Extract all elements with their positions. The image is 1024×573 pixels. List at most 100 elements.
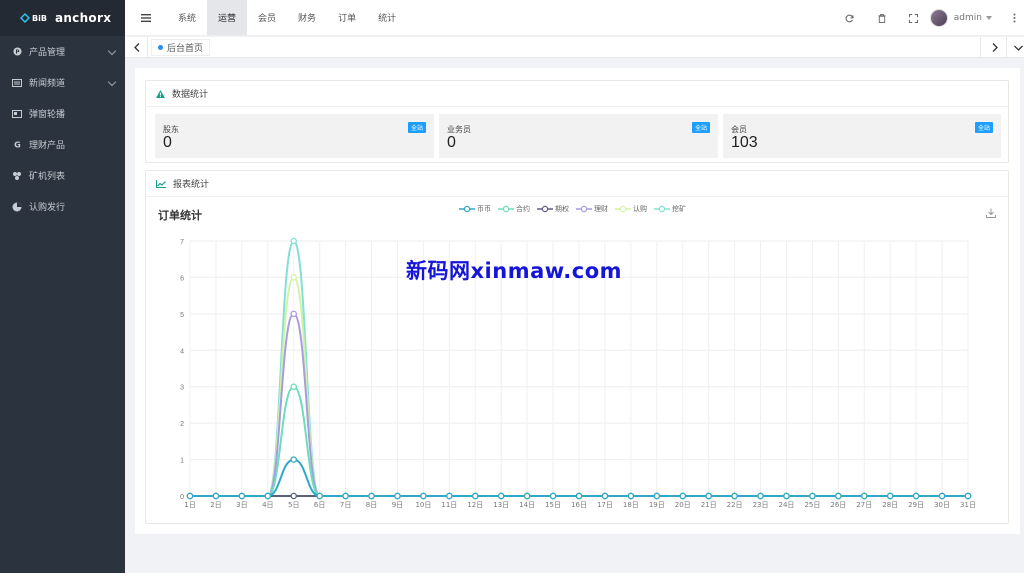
- refresh-icon[interactable]: [834, 0, 866, 36]
- x-tick-label: 24日: [779, 501, 795, 509]
- x-tick-label: 20日: [675, 501, 691, 509]
- legend-label: 理财: [594, 205, 608, 213]
- fullscreen-icon[interactable]: [898, 0, 930, 36]
- data-point: [861, 492, 868, 500]
- trash-icon[interactable]: [866, 0, 898, 36]
- legend-item[interactable]: 理财: [576, 204, 608, 214]
- user-name[interactable]: admin: [954, 13, 982, 23]
- top-right-tools: admin: [834, 0, 1024, 36]
- data-point: [653, 492, 661, 500]
- data-point: [731, 492, 738, 500]
- legend-marker-icon: [615, 205, 631, 213]
- data-point: [575, 492, 583, 500]
- data-point: [912, 492, 920, 500]
- sidebar-item-news[interactable]: 新闻频道: [0, 67, 125, 98]
- data-point: [705, 492, 712, 500]
- data-point: [523, 492, 531, 500]
- data-point: [472, 492, 479, 500]
- data-point: [964, 492, 972, 500]
- data-point: [316, 492, 323, 500]
- stat-badge: 全站: [407, 122, 426, 133]
- sidebar-item-popup[interactable]: 弹窗轮播: [0, 98, 125, 129]
- data-point: [783, 492, 790, 500]
- data-point: [731, 492, 738, 500]
- active-dot-icon: [158, 45, 163, 50]
- sidebar-item-subscribe[interactable]: 认购发行: [0, 191, 125, 222]
- data-point: [627, 492, 635, 500]
- data-point: [705, 492, 712, 500]
- caret-down-icon[interactable]: [986, 16, 992, 20]
- sidebar-item-label: 弹窗轮播: [29, 110, 66, 120]
- data-point: [627, 492, 635, 500]
- y-tick-label: 0: [180, 494, 184, 501]
- data-point: [368, 492, 375, 500]
- sidebar-item-finance[interactable]: G 理财产品: [0, 129, 125, 160]
- data-point: [653, 492, 661, 500]
- data-point: [549, 492, 557, 500]
- legend-item[interactable]: 币币: [459, 204, 491, 214]
- x-tick-label: 6日: [314, 501, 325, 509]
- data-point: [342, 492, 349, 500]
- y-tick-label: 6: [180, 275, 184, 282]
- y-tick-label: 5: [180, 312, 184, 319]
- legend-item[interactable]: 期权: [537, 204, 569, 214]
- data-point: [964, 492, 972, 500]
- chevron-left-icon[interactable]: [127, 37, 147, 58]
- legend-item[interactable]: 认购: [615, 204, 647, 214]
- data-point: [627, 492, 635, 500]
- data-point: [212, 492, 220, 500]
- more-icon[interactable]: [1004, 0, 1024, 36]
- stats-panel-header: 数据统计: [146, 81, 1008, 107]
- data-point: [679, 492, 686, 500]
- page-tab-bar: 后台首页: [125, 37, 1024, 58]
- data-point: [679, 492, 686, 500]
- top-tab-system[interactable]: 系统: [167, 0, 207, 35]
- chevron-down-icon[interactable]: [1008, 37, 1024, 58]
- divider: [1006, 37, 1007, 58]
- legend-item[interactable]: 挖矿: [654, 204, 686, 214]
- data-point: [705, 492, 712, 500]
- data-point: [523, 492, 531, 500]
- data-point: [809, 492, 816, 500]
- chevron-right-icon[interactable]: [985, 37, 1005, 58]
- data-point: [549, 492, 557, 500]
- data-point: [679, 492, 686, 500]
- x-tick-label: 2日: [210, 501, 221, 509]
- top-tab-members[interactable]: 会员: [247, 0, 287, 35]
- x-tick-label: 1日: [184, 501, 195, 509]
- x-tick-label: 21日: [701, 501, 717, 509]
- data-point: [886, 492, 894, 500]
- data-point: [420, 492, 427, 500]
- data-point: [316, 492, 323, 500]
- x-tick-label: 3日: [236, 501, 247, 509]
- avatar[interactable]: [929, 9, 948, 27]
- stat-badge: 全站: [691, 122, 710, 133]
- data-point: [964, 492, 972, 500]
- data-point: [446, 492, 453, 500]
- top-tab-statistics[interactable]: 统计: [367, 0, 407, 35]
- download-icon[interactable]: [986, 208, 996, 221]
- sidebar-item-product[interactable]: P 产品管理: [0, 36, 125, 67]
- top-tab-operations[interactable]: 运营: [207, 0, 248, 35]
- legend-marker-icon: [459, 205, 475, 213]
- data-point: [757, 492, 764, 500]
- data-point: [679, 492, 686, 500]
- data-point: [497, 492, 505, 500]
- tab-home[interactable]: 后台首页: [151, 39, 211, 56]
- data-point: [627, 492, 635, 500]
- stat-value: 0: [163, 134, 172, 151]
- data-point: [731, 492, 738, 500]
- top-tab-orders[interactable]: 订单: [327, 0, 367, 35]
- data-point: [290, 383, 297, 390]
- logo[interactable]: BiB anchorx: [0, 0, 125, 36]
- top-tab-finance[interactable]: 财务: [287, 0, 327, 35]
- sidebar-item-miner[interactable]: 矿机列表: [0, 160, 125, 191]
- data-point: [290, 456, 297, 463]
- legend-label: 认购: [633, 205, 647, 213]
- legend-item[interactable]: 合约: [498, 204, 530, 214]
- chart-title: 订单统计: [158, 209, 202, 222]
- data-point: [886, 492, 894, 500]
- data-point: [186, 492, 194, 500]
- menu-toggle-icon[interactable]: [125, 0, 167, 35]
- report-panel-title: 报表统计: [173, 180, 210, 190]
